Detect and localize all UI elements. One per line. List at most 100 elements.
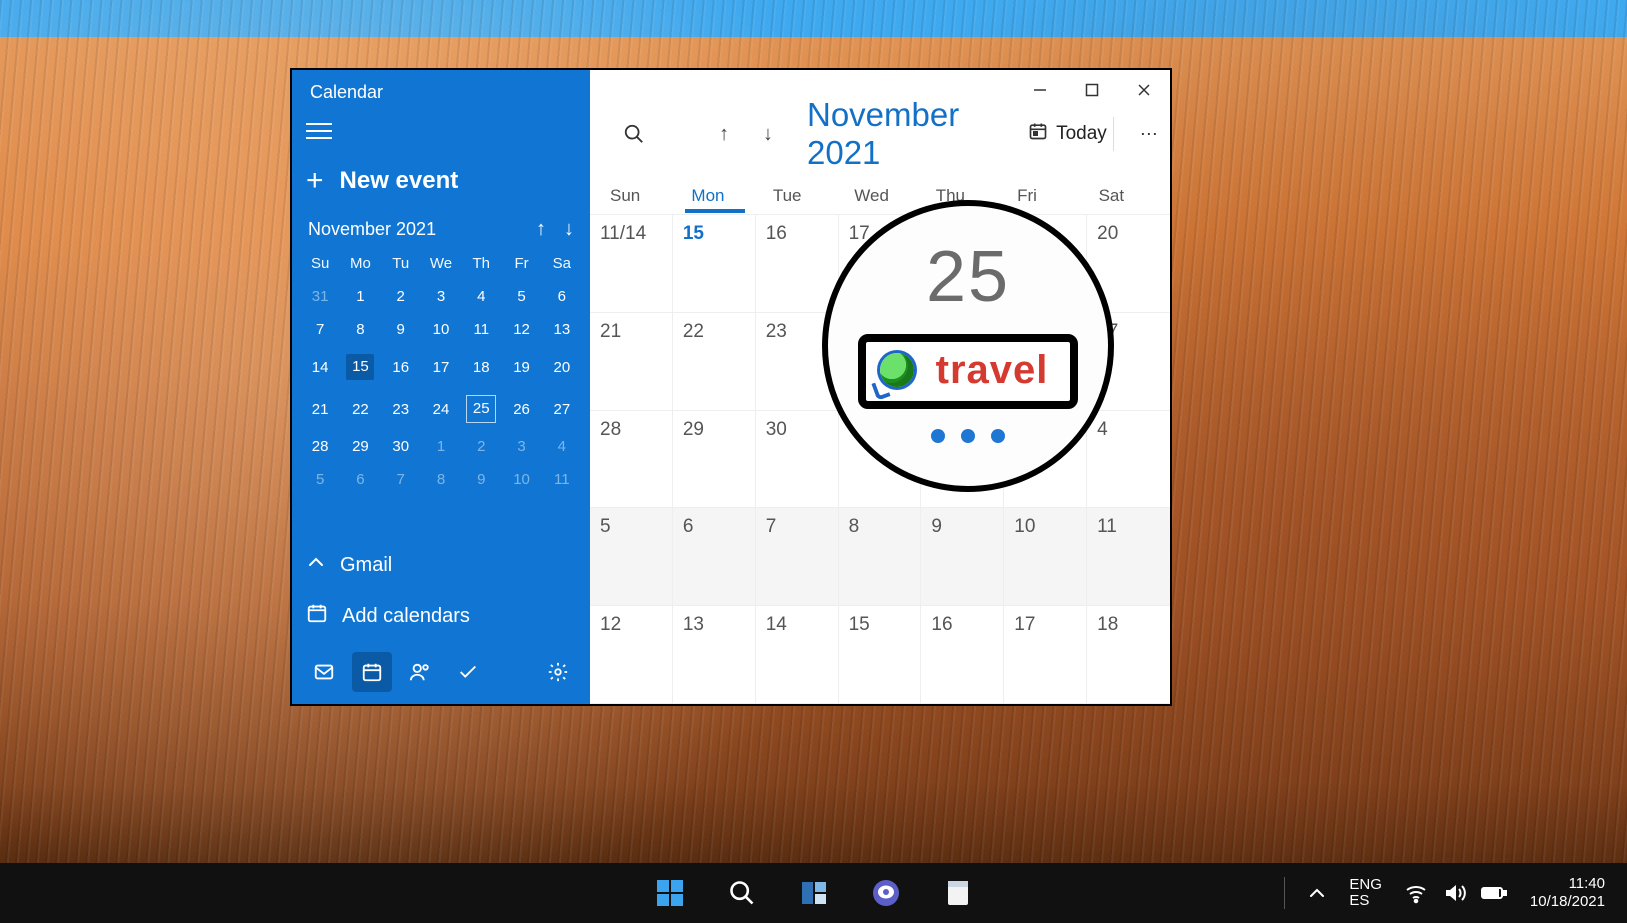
day-cell[interactable]: 11/14 (590, 215, 673, 313)
day-cell[interactable]: 15 (673, 215, 756, 313)
mini-day-cell[interactable]: 3 (421, 280, 461, 313)
day-cell[interactable]: 13 (673, 606, 756, 704)
today-button[interactable]: Today (1028, 117, 1114, 151)
day-cell[interactable]: 14 (756, 606, 839, 704)
account-gmail-toggle[interactable]: Gmail (292, 540, 590, 590)
mini-next-month-button[interactable]: ↓ (564, 218, 574, 241)
mini-day-cell[interactable]: 21 (300, 388, 340, 430)
mini-day-cell[interactable]: 12 (501, 313, 541, 346)
day-cell[interactable]: 12 (590, 606, 673, 704)
task-view-button[interactable] (792, 871, 836, 915)
day-cell[interactable]: 18 (1087, 606, 1170, 704)
mini-day-cell[interactable]: 29 (340, 430, 380, 463)
mini-day-cell[interactable]: 10 (501, 463, 541, 496)
mail-nav-button[interactable] (304, 652, 344, 692)
day-cell[interactable]: 9 (921, 508, 1004, 606)
prev-period-button[interactable]: ↑ (711, 123, 737, 146)
mini-day-cell[interactable]: 3 (501, 430, 541, 463)
volume-icon[interactable] (1442, 881, 1466, 905)
mini-day-cell[interactable]: 10 (421, 313, 461, 346)
mini-day-cell[interactable]: 6 (340, 463, 380, 496)
mini-day-cell[interactable]: 8 (340, 313, 380, 346)
day-cell[interactable]: 30 (756, 411, 839, 509)
todo-nav-button[interactable] (448, 652, 488, 692)
next-period-button[interactable]: ↓ (755, 123, 781, 146)
mini-day-cell[interactable]: 18 (461, 346, 501, 388)
mini-day-cell[interactable]: 15 (340, 346, 380, 388)
battery-icon[interactable] (1480, 881, 1508, 905)
mini-day-cell[interactable]: 16 (381, 346, 421, 388)
day-cell[interactable]: 7 (756, 508, 839, 606)
day-cell[interactable]: 8 (839, 508, 922, 606)
mini-day-cell[interactable]: 9 (381, 313, 421, 346)
mini-day-cell[interactable]: 7 (300, 313, 340, 346)
mini-day-cell[interactable]: 19 (501, 346, 541, 388)
day-cell[interactable]: 28 (590, 411, 673, 509)
calendar-nav-button[interactable] (352, 652, 392, 692)
mini-day-cell[interactable]: 11 (461, 313, 501, 346)
zoom-event-chip[interactable]: travel (858, 334, 1079, 409)
day-cell[interactable]: 16 (921, 606, 1004, 704)
mini-day-cell[interactable]: 17 (421, 346, 461, 388)
mini-day-cell[interactable]: 5 (300, 463, 340, 496)
mini-day-cell[interactable]: 26 (501, 388, 541, 430)
day-cell[interactable]: 11 (1087, 508, 1170, 606)
mini-day-cell[interactable]: 13 (542, 313, 582, 346)
tray-overflow-button[interactable] (1307, 871, 1327, 915)
mini-day-cell[interactable]: 4 (542, 430, 582, 463)
start-button[interactable] (648, 871, 692, 915)
mini-day-cell[interactable]: 14 (300, 346, 340, 388)
mini-day-cell[interactable]: 2 (381, 280, 421, 313)
mini-day-cell[interactable]: 20 (542, 346, 582, 388)
wifi-icon[interactable] (1404, 881, 1428, 905)
mini-day-cell[interactable]: 8 (421, 463, 461, 496)
day-cell[interactable]: 4 (1087, 411, 1170, 509)
hamburger-menu-button[interactable] (292, 114, 590, 160)
language-switcher[interactable]: ENG ES (1349, 877, 1382, 910)
window-close-button[interactable] (1118, 70, 1170, 110)
mini-day-cell[interactable]: 28 (300, 430, 340, 463)
new-event-button[interactable]: + New event (292, 160, 590, 218)
mini-day-cell[interactable]: 6 (542, 280, 582, 313)
taskbar-search-button[interactable] (720, 871, 764, 915)
mini-day-cell[interactable]: 27 (542, 388, 582, 430)
window-minimize-button[interactable] (1014, 70, 1066, 110)
mini-day-cell[interactable]: 11 (542, 463, 582, 496)
day-cell[interactable]: 17 (1004, 606, 1087, 704)
mini-day-cell[interactable]: 31 (300, 280, 340, 313)
mini-day-cell[interactable]: 25 (461, 388, 501, 430)
add-calendars-button[interactable]: Add calendars (292, 590, 590, 642)
day-cell[interactable]: 15 (839, 606, 922, 704)
taskbar-clock[interactable]: 11:40 10/18/2021 (1530, 875, 1605, 911)
window-maximize-button[interactable] (1066, 70, 1118, 110)
mini-day-cell[interactable]: 2 (461, 430, 501, 463)
mini-day-cell[interactable]: 7 (381, 463, 421, 496)
mini-prev-month-button[interactable]: ↑ (536, 218, 546, 241)
day-cell[interactable]: 22 (673, 313, 756, 411)
people-nav-button[interactable] (400, 652, 440, 692)
mini-calendar-month[interactable]: November 2021 (308, 219, 436, 240)
mini-day-cell[interactable]: 22 (340, 388, 380, 430)
settings-nav-button[interactable] (538, 652, 578, 692)
mini-day-cell[interactable]: 5 (501, 280, 541, 313)
mini-day-cell[interactable]: 9 (461, 463, 501, 496)
more-events-indicator[interactable] (931, 429, 1005, 443)
day-cell[interactable]: 29 (673, 411, 756, 509)
day-cell[interactable]: 5 (590, 508, 673, 606)
day-cell[interactable]: 6 (673, 508, 756, 606)
file-explorer-button[interactable] (936, 871, 980, 915)
mini-day-cell[interactable]: 23 (381, 388, 421, 430)
day-number: 10 (1014, 516, 1035, 537)
mini-day-cell[interactable]: 24 (421, 388, 461, 430)
mini-day-cell[interactable]: 1 (421, 430, 461, 463)
day-cell[interactable]: 21 (590, 313, 673, 411)
day-cell[interactable]: 10 (1004, 508, 1087, 606)
mini-day-cell[interactable]: 1 (340, 280, 380, 313)
more-options-button[interactable]: ⋯ (1132, 124, 1162, 145)
month-title[interactable]: November 2021 (807, 96, 1010, 172)
mini-day-cell[interactable]: 30 (381, 430, 421, 463)
mini-day-cell[interactable]: 4 (461, 280, 501, 313)
teams-chat-button[interactable] (864, 871, 908, 915)
day-cell[interactable]: 16 (756, 215, 839, 313)
search-button[interactable] (618, 115, 651, 153)
